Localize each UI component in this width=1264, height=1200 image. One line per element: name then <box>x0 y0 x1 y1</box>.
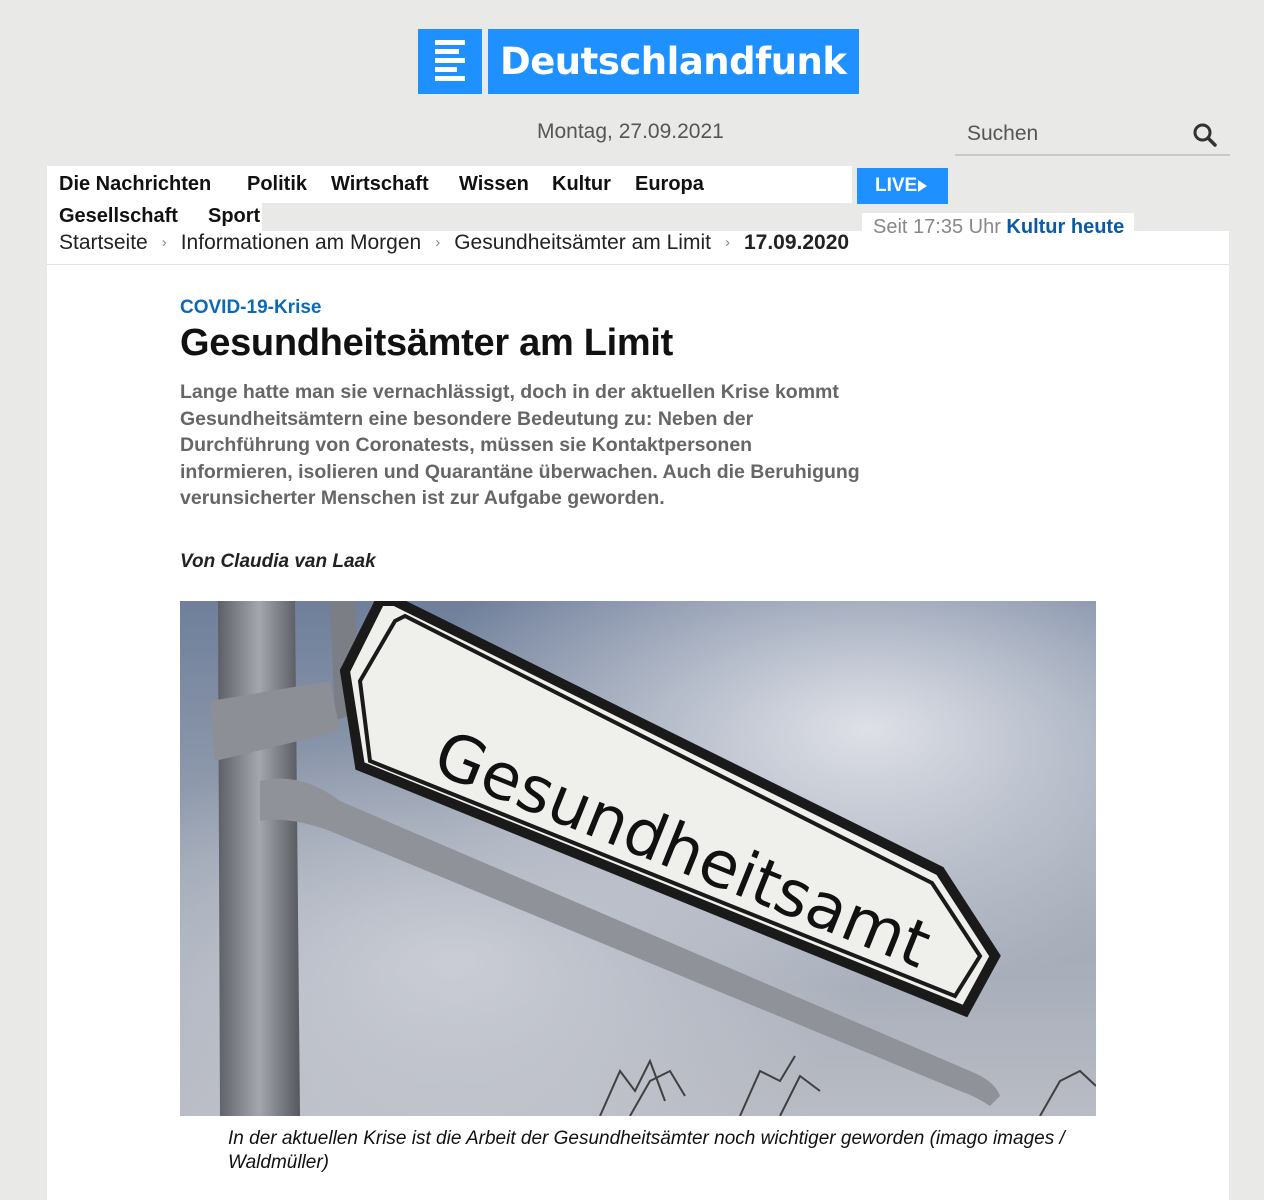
article-teaser: Lange hatte man sie vernachlässigt, doch… <box>180 381 860 509</box>
search-icon[interactable] <box>1192 122 1220 150</box>
search-input[interactable] <box>967 122 1187 146</box>
current-date: Montag, 27.09.2021 <box>537 120 724 143</box>
play-icon <box>918 179 928 192</box>
breadcrumb-chevron-icon: › <box>435 234 441 251</box>
breadcrumb-divider <box>47 264 1229 265</box>
breadcrumb-chevron-icon: › <box>161 234 167 251</box>
nav-item-nachrichten[interactable]: Die Nachrichten <box>59 173 211 196</box>
nav-item-wirtschaft[interactable]: Wirtschaft <box>331 173 429 196</box>
breadcrumb-current: 17.09.2020 <box>743 231 850 254</box>
nav-item-wissen[interactable]: Wissen <box>459 173 529 196</box>
nav-item-europa[interactable]: Europa <box>635 173 704 196</box>
main-nav-row-1: Die Nachrichten Politik Wirtschaft Wisse… <box>47 166 852 203</box>
on-air-now: Seit 17:35 Uhr Kultur heute <box>862 213 1134 241</box>
dlf-logo-icon <box>418 29 482 94</box>
brand-name: Deutschlandfunk <box>488 29 859 94</box>
live-label: LIVE <box>875 175 918 196</box>
article-image[interactable]: Gesundheitsamt <box>180 601 1096 1116</box>
breadcrumb-article[interactable]: Gesundheitsämter am Limit <box>454 231 711 254</box>
article-author: Von Claudia van Laak <box>180 551 376 572</box>
brand-logo[interactable]: Deutschlandfunk <box>418 29 859 94</box>
breadcrumb-home[interactable]: Startseite <box>59 231 148 254</box>
nav-item-politik[interactable]: Politik <box>247 173 307 196</box>
on-air-time: Seit 17:35 Uhr <box>873 216 1001 238</box>
live-button[interactable]: LIVE <box>857 168 948 204</box>
article-kicker: COVID-19-Krise <box>180 297 322 318</box>
nav-item-kultur[interactable]: Kultur <box>552 173 611 196</box>
image-caption: In der aktuellen Krise ist die Arbeit de… <box>228 1128 1065 1173</box>
nav-item-gesellschaft[interactable]: Gesellschaft <box>59 205 178 228</box>
on-air-program-link[interactable]: Kultur heute <box>1006 216 1124 238</box>
main-nav-row-2: Gesellschaft Sport <box>47 203 262 231</box>
page: Deutschlandfunk Montag, 27.09.2021 Die N… <box>0 0 1264 1200</box>
nav-item-sport[interactable]: Sport <box>208 205 260 228</box>
article-headline: Gesundheitsämter am Limit <box>180 322 673 364</box>
breadcrumb-chevron-icon: › <box>724 234 730 251</box>
breadcrumb: Startseite › Informationen am Morgen › Gesun… <box>59 231 959 255</box>
search-box <box>955 116 1230 156</box>
breadcrumb-program[interactable]: Informationen am Morgen <box>181 231 421 254</box>
